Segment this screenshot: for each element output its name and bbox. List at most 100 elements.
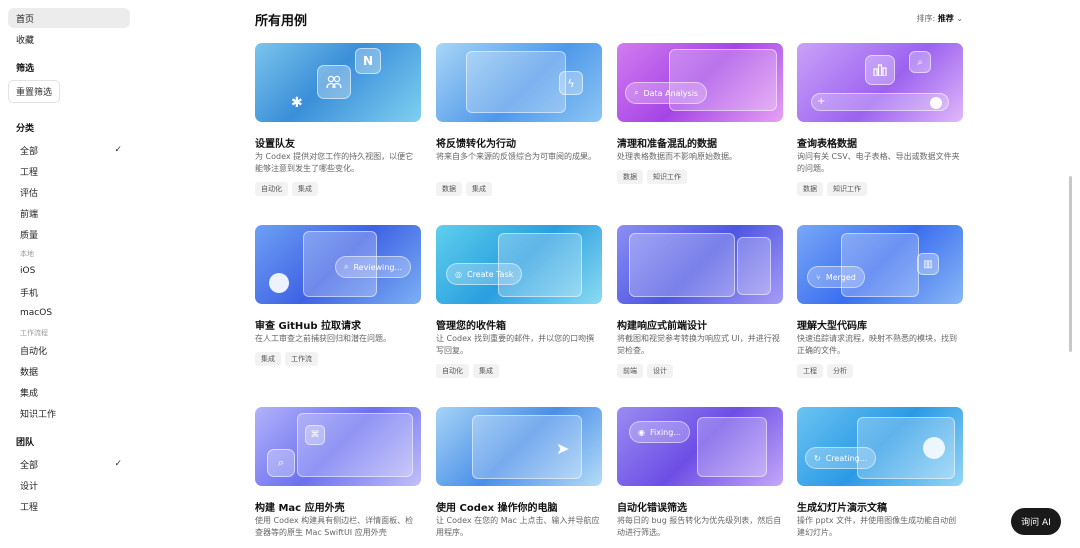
bar-chart-icon <box>865 55 895 85</box>
card-title: 构建响应式前端设计 <box>617 321 707 332</box>
filter-knowledge-label: 知识工作 <box>20 409 57 420</box>
chevron-down-icon: ⌄ <box>956 14 963 23</box>
filter-engineering[interactable]: 工程 <box>8 161 130 181</box>
create-task-pill: ◎ Create Task <box>446 263 523 285</box>
filter-data[interactable]: 数据 <box>8 361 130 381</box>
mac-window-mockup <box>297 413 413 477</box>
card-tag: 数据 <box>617 170 643 184</box>
window-mockup <box>466 51 566 113</box>
card-tag: 集成 <box>255 352 281 366</box>
nav-home-label: 首页 <box>16 14 35 25</box>
card-description: 询问有关 CSV、电子表格、导出或数据文件夹的问题。 <box>797 152 960 173</box>
card-tag: 知识工作 <box>827 182 867 196</box>
card-thumbnail: ⌕ Data Analysis <box>617 43 783 122</box>
card-description: 在人工审查之前捕获回归和潜在问题。 <box>255 334 391 343</box>
pill-label: Creating... <box>825 453 868 463</box>
reset-filter-button[interactable]: 重置筛选 <box>8 80 61 103</box>
filter-knowledge[interactable]: 知识工作 <box>8 403 130 423</box>
filter-team-engineering[interactable]: 工程 <box>8 496 130 516</box>
desktop-mockup <box>629 233 735 297</box>
filter-automation[interactable]: 自动化 <box>8 340 130 360</box>
github-icon <box>269 273 289 293</box>
filter-automation-label: 自动化 <box>20 346 48 357</box>
plus-icon: + <box>817 96 826 107</box>
ask-ai-button[interactable]: 询问 AI <box>1011 508 1061 535</box>
filter-integration[interactable]: 集成 <box>8 382 130 402</box>
pill-label: Data Analysis <box>643 88 699 98</box>
filter-team-all[interactable]: 全部 ✓ <box>8 454 130 474</box>
filter-integration-label: 集成 <box>20 388 39 399</box>
card-thumbnail: ⌕ Reviewing... <box>255 225 421 304</box>
filter-design[interactable]: 设计 <box>8 475 130 495</box>
filter-ios-label: iOS <box>20 266 36 276</box>
card-description: 让 Codex 找到重要的邮件，并以您的口吻撰写回复。 <box>436 334 595 355</box>
filter-engineering-label: 工程 <box>20 167 39 178</box>
card-thumbnail: ◎ Create Task <box>436 225 602 304</box>
card-tag: 数据 <box>797 182 823 196</box>
filter-frontend[interactable]: 前端 <box>8 203 130 223</box>
slack-icon: ✱ <box>291 95 303 111</box>
search-icon: ⌕ <box>344 262 349 271</box>
team-section-title: 团队 <box>16 438 35 448</box>
filter-ios[interactable]: iOS <box>8 261 130 281</box>
card-tag: 集成 <box>473 364 499 378</box>
refresh-icon: ↻ <box>814 453 821 463</box>
book-icon: ▥ <box>917 253 939 275</box>
card-description: 将截图和视觉参考转换为响应式 UI，并进行视觉检查。 <box>617 334 780 355</box>
card-title: 设置队友 <box>255 139 295 150</box>
card-description: 将来自多个来源的反馈综合为可审阅的成果。 <box>436 152 596 161</box>
sort-dropdown[interactable]: 排序: 推荐 ⌄ <box>917 13 964 24</box>
card-tag: 集成 <box>466 182 492 196</box>
card-description: 处理表格数据而不影响原始数据。 <box>617 152 737 161</box>
users-icon <box>317 65 351 99</box>
filter-team-engineering-label: 工程 <box>20 502 39 513</box>
filter-frontend-label: 前端 <box>20 209 39 220</box>
lightning-icon: ϟ <box>559 71 583 95</box>
card-title: 理解大型代码库 <box>797 321 867 332</box>
card-title: 构建 Mac 应用外壳 <box>255 503 345 514</box>
category-section-title: 分类 <box>16 124 35 134</box>
check-circle-icon: ◎ <box>455 269 462 279</box>
local-group-label: 本地 <box>20 250 34 258</box>
card-description: 快速追踪请求流程，映射不熟悉的模块，找到正确的文件。 <box>797 334 957 355</box>
card-tag: 知识工作 <box>647 170 687 184</box>
card-title: 将反馈转化为行动 <box>436 139 516 150</box>
main-content: 所有用例 排序: 推荐 ⌄ N ✱ 设置队友 为 Codex 提供对您工作的持久… <box>255 0 963 548</box>
filter-team-all-label: 全部 <box>20 460 39 471</box>
card-description: 为 Codex 提供对您工作的持久视图，以便它能够注意到发生了哪些变化。 <box>255 152 414 173</box>
nav-favorites[interactable]: 收藏 <box>8 29 130 49</box>
scrollbar[interactable] <box>1069 176 1072 352</box>
filter-section-title: 筛选 <box>16 64 35 74</box>
mobile-mockup <box>737 237 771 295</box>
bug-icon: ◉ <box>638 427 645 437</box>
card-tag: 分析 <box>827 364 853 378</box>
nav-home[interactable]: 首页 <box>8 8 130 28</box>
filter-mobile-label: 手机 <box>20 288 39 299</box>
card-title: 生成幻灯片演示文稿 <box>797 503 887 514</box>
card-thumbnail: ⌕ ⌘ <box>255 407 421 486</box>
sort-value: 推荐 <box>937 14 954 23</box>
filter-design-label: 设计 <box>20 481 39 492</box>
pill-label: Reviewing... <box>353 262 403 272</box>
filter-macos[interactable]: macOS <box>8 303 130 323</box>
search-icon: ⌕ <box>909 51 931 73</box>
creating-pill: ↻ Creating... <box>805 447 877 469</box>
pill-label: Create Task <box>466 269 514 279</box>
data-analysis-pill: ⌕ Data Analysis <box>625 82 708 104</box>
filter-mobile[interactable]: 手机 <box>8 282 130 302</box>
sort-label: 排序: <box>916 14 936 23</box>
card-thumbnail <box>617 225 783 304</box>
filter-category-all-label: 全部 <box>20 146 39 157</box>
check-icon: ✓ <box>114 145 122 155</box>
card-thumbnail: N ✱ <box>255 43 421 122</box>
card-title: 清理和准备混乱的数据 <box>617 139 717 150</box>
card-tag: 前端 <box>617 364 643 378</box>
pie-chart-icon <box>923 437 945 459</box>
workflow-group-label: 工作流程 <box>20 329 48 337</box>
filter-category-all[interactable]: 全部 ✓ <box>8 140 130 160</box>
cursor-icon: ➤ <box>556 439 570 458</box>
search-icon: ⌕ <box>634 88 639 97</box>
filter-quality[interactable]: 质量 <box>8 224 130 244</box>
filter-eval[interactable]: 评估 <box>8 182 130 202</box>
card-tag: 工作流 <box>285 352 318 366</box>
